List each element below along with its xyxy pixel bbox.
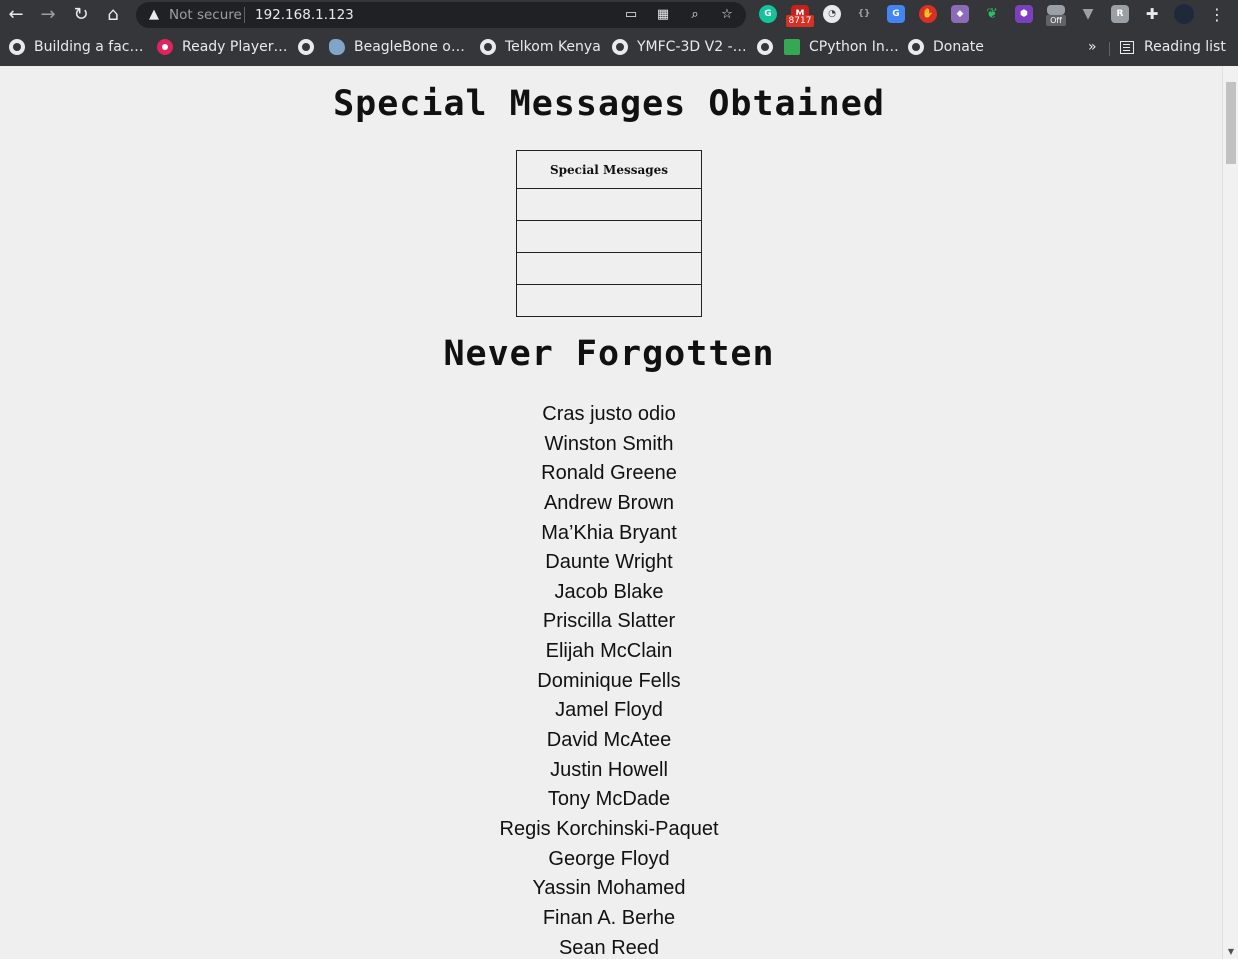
extensions-puzzle-icon[interactable]: ✚ [1143, 5, 1161, 23]
bookmarks-bar: Building a fac… Ready Player… BeagleBone… [0, 33, 1238, 61]
vue-devtools-extension-icon[interactable]: ▼ [1079, 5, 1097, 23]
bookmark-label: Telkom Kenya [505, 39, 601, 55]
list-item: Regis Korchinski-Paquet [499, 817, 719, 840]
table-header-cell: Special Messages [516, 150, 702, 189]
home-icon[interactable]: ⌂ [101, 3, 125, 27]
bookmark-item[interactable]: YMFC-3D V2 -… [612, 37, 747, 57]
back-arrow-icon[interactable]: ← [4, 3, 28, 27]
bookmark-label: CPython In… [809, 39, 899, 55]
bookmarks-divider [1109, 42, 1110, 56]
list-item: George Floyd [548, 847, 670, 870]
list-item: Priscilla Slatter [542, 610, 676, 633]
list-item: Ronald Greene [541, 462, 677, 485]
book-icon [784, 39, 800, 55]
grammarly-extension-icon[interactable]: G [759, 5, 777, 23]
table-cell [516, 252, 702, 285]
bookmark-star-icon[interactable]: ☆ [718, 6, 736, 24]
extension-off-badge: Off [1046, 15, 1066, 26]
bookmark-label: Building a fac… [34, 39, 144, 55]
table-cell [516, 220, 702, 253]
profile-avatar[interactable] [1174, 4, 1194, 24]
address-bar[interactable]: ▲ Not secure 192.168.1.123 ▭ ▦ ⌕ ☆ [136, 2, 746, 28]
scrollbar-thumb[interactable] [1226, 82, 1236, 164]
youtube-icon [157, 39, 173, 55]
table-row [516, 284, 702, 317]
speed-extension-icon[interactable]: ◔ [823, 5, 841, 23]
table-row [516, 188, 702, 221]
url-text[interactable]: 192.168.1.123 [255, 7, 354, 23]
list-item: Yassin Mohamed [532, 877, 686, 900]
bookmark-item[interactable]: Donate [908, 37, 984, 57]
bookmarks-overflow-button[interactable]: » [1088, 37, 1097, 57]
globe-icon [757, 39, 773, 55]
bookmark-item[interactable]: BeagleBone o… [329, 37, 465, 57]
table-cell [516, 188, 702, 221]
list-item: Justin Howell [550, 758, 668, 781]
evernote-extension-icon[interactable]: ❦ [983, 5, 1001, 23]
bookmark-item[interactable]: CPython In… [784, 37, 899, 57]
globe-icon [612, 39, 628, 55]
list-item: Andrew Brown [543, 491, 675, 514]
zoom-icon[interactable]: ⌕ [686, 6, 704, 24]
bookmark-label: BeagleBone o… [354, 39, 465, 55]
toggle-extension-icon[interactable] [1047, 5, 1065, 15]
browser-chrome: ← → ↻ ⌂ ▲ Not secure 192.168.1.123 ▭ ▦ ⌕… [0, 0, 1238, 66]
list-item: David McAtee [546, 729, 672, 752]
bookmark-item[interactable]: Ready Player… [157, 37, 287, 57]
reading-list-label: Reading list [1144, 39, 1226, 55]
list-item: Jacob Blake [554, 580, 664, 603]
adblock-extension-icon[interactable]: ✋ [919, 5, 937, 23]
table-row [516, 252, 702, 285]
globe-icon [480, 39, 496, 55]
names-list: Cras justo odio Winston Smith Ronald Gre… [0, 399, 1218, 959]
globe-icon [9, 39, 25, 55]
forward-arrow-icon[interactable]: → [36, 3, 60, 27]
json-extension-icon[interactable]: {} [855, 5, 873, 23]
cube-extension-icon[interactable]: ◆ [951, 5, 969, 23]
table-row [516, 220, 702, 253]
bookmark-label: YMFC-3D V2 -… [637, 39, 747, 55]
bookmark-label: Donate [933, 39, 984, 55]
globe-icon [298, 39, 314, 55]
security-label[interactable]: Not secure [169, 7, 242, 23]
special-messages-table: Special Messages [516, 150, 702, 317]
table-header-row: Special Messages [516, 150, 702, 189]
page-content: Special Messages Obtained Special Messag… [0, 66, 1222, 959]
list-item: Elijah McClain [545, 640, 673, 663]
vertical-scrollbar[interactable]: ▼ [1222, 66, 1238, 959]
page-title: Special Messages Obtained [333, 84, 885, 124]
table-cell [516, 284, 702, 317]
list-item: Daunte Wright [545, 551, 673, 574]
bookmark-item[interactable]: Telkom Kenya [480, 37, 601, 57]
list-item: Sean Reed [558, 936, 660, 959]
browser-toolbar: ← → ↻ ⌂ ▲ Not secure 192.168.1.123 ▭ ▦ ⌕… [0, 0, 1238, 30]
bookmark-item[interactable] [757, 37, 782, 57]
menu-kebab-icon[interactable]: ⋮ [1205, 3, 1229, 27]
reading-list-icon [1120, 40, 1134, 54]
list-item: Jamel Floyd [555, 699, 663, 722]
bookmark-item[interactable]: Building a fac… [9, 37, 143, 57]
reload-icon[interactable]: ↻ [69, 3, 93, 27]
google-translate-extension-icon[interactable]: G [887, 5, 905, 23]
list-item: Cras justo odio [542, 403, 676, 425]
section-title: Never Forgotten [443, 334, 775, 374]
qr-code-icon[interactable]: ▦ [654, 6, 672, 24]
globe-icon [908, 39, 924, 55]
list-item: Ma’Khia Bryant [541, 521, 677, 544]
beaglebone-icon [329, 39, 345, 55]
list-item: Finan A. Berhe [542, 906, 676, 929]
reading-list-button[interactable]: Reading list [1120, 37, 1226, 57]
list-item: Tony McDade [547, 788, 671, 811]
bookmark-label: Ready Player… [182, 39, 288, 55]
omnibox-divider [244, 7, 245, 23]
scroll-down-arrow-icon[interactable]: ▼ [1223, 945, 1238, 959]
list-item: Dominique Fells [537, 669, 681, 692]
list-item: Winston Smith [544, 432, 674, 455]
bookmark-item[interactable] [298, 37, 323, 57]
install-app-icon[interactable]: ▭ [622, 6, 640, 24]
gray-extension-icon[interactable]: R [1111, 5, 1129, 23]
gmail-unread-badge: 8717 [786, 15, 814, 27]
warning-triangle-icon[interactable]: ▲ [146, 7, 162, 23]
purple-extension-icon[interactable]: ⬢ [1015, 5, 1033, 23]
